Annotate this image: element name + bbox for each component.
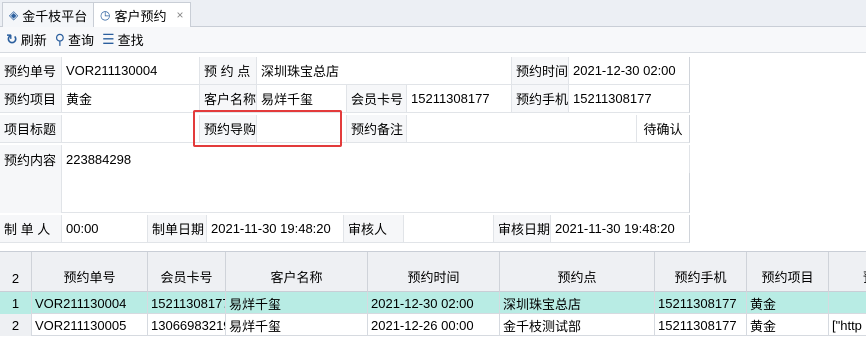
order-no-field[interactable]: VOR211130004 [62,57,200,85]
cell-item: 黄金 [747,314,829,336]
cell-point: 金千枝测试部 [500,314,655,336]
tab-bar: ◈ 金千枝平台 ◷ 客户预约 × [0,0,866,27]
cell-phone: 15211308177 [655,292,747,314]
maker-label: 制 单 人 [0,215,62,243]
clock-icon: ◷ [100,8,111,22]
customer-field[interactable]: 易烊千玺 [257,85,347,113]
cell-time: 2021-12-26 00:00 [368,314,500,336]
col-phone[interactable]: 预约手机 [655,252,747,292]
cell-extra [829,292,866,314]
item-label: 预约项目 [0,85,62,113]
guide-highlight-box [193,110,342,147]
customer-label: 客户名称 [200,85,257,113]
tab-appointments-label: 客户预约 [114,8,167,24]
cell-item: 黄金 [747,292,829,314]
col-extra[interactable]: 预 [829,252,866,292]
col-card[interactable]: 会员卡号 [148,252,226,292]
find-label: 查找 [117,33,144,48]
remark-field[interactable] [407,115,637,143]
content-field[interactable]: 223884298 [62,145,690,173]
title-field[interactable] [62,115,200,143]
query-button[interactable]: ⚲ 查询 [55,30,94,49]
make-date-label: 制单日期 [148,215,207,243]
content-label-filler [0,173,62,213]
cell-time: 2021-12-30 02:00 [368,292,500,314]
status-badge: 待确认 [637,115,690,143]
query-label: 查询 [68,33,95,48]
tab-platform-label: 金千枝平台 [22,8,88,24]
card-label: 会员卡号 [347,85,407,113]
toolbar: ↻ 刷新 ⚲ 查询 ☰ 查找 [0,27,866,53]
col-customer[interactable]: 客户名称 [226,252,368,292]
find-button[interactable]: ☰ 查找 [102,30,144,49]
row-number: 2 [0,314,32,336]
title-label: 项目标题 [0,115,62,143]
item-field[interactable]: 黄金 [62,85,200,113]
row-count-header: 2 [0,252,32,292]
content-label: 预约内容 [0,145,62,173]
cell-extra: ["http [832,317,862,333]
refresh-label: 刷新 [20,33,47,48]
tab-platform[interactable]: ◈ 金千枝平台 [2,2,95,27]
time-label: 预约时间 [512,57,569,85]
auditor-field[interactable] [404,215,494,243]
phone-label: 预约手机 [512,85,569,113]
find-list-icon: ☰ [102,31,115,47]
maker-field[interactable]: 00:00 [62,215,148,243]
row-number: 1 [0,292,32,314]
appointment-grid: 2 预约单号 会员卡号 客户名称 预约时间 预约点 预约手机 预约项目 预 1 … [0,251,866,349]
content-textarea[interactable] [62,173,690,213]
cell-customer: 易烊千玺 [226,314,368,336]
col-time[interactable]: 预约时间 [368,252,500,292]
remark-label: 预约备注 [347,115,407,143]
appointment-form: 预约单号 VOR211130004 预 约 点 深圳珠宝总店 预约时间 2021… [0,53,866,245]
grid-header: 2 预约单号 会员卡号 客户名称 预约时间 预约点 预约手机 预约项目 预 [0,252,866,292]
make-date-field[interactable]: 2021-11-30 19:48:20 [207,215,344,243]
cell-phone: 15211308177 [655,314,747,336]
cell-order-no: VOR211130005 [32,314,148,336]
cell-card: 13066983219 [148,314,226,336]
time-field[interactable]: 2021-12-30 02:00 [569,57,690,85]
refresh-button[interactable]: ↻ 刷新 [6,30,47,49]
table-row[interactable]: 1 VOR211130004 15211308177 易烊千玺 2021-12-… [0,292,866,314]
point-label: 预 约 点 [200,57,257,85]
search-icon: ⚲ [54,31,66,47]
audit-date-field[interactable]: 2021-11-30 19:48:20 [551,215,690,243]
close-icon[interactable]: × [177,8,184,22]
audit-date-label: 审核日期 [494,215,551,243]
col-point[interactable]: 预约点 [500,252,655,292]
refresh-icon: ↻ [6,31,18,47]
col-item[interactable]: 预约项目 [747,252,829,292]
table-row[interactable]: 2 VOR211130005 13066983219 易烊千玺 2021-12-… [0,314,866,336]
cell-customer: 易烊千玺 [226,292,368,314]
cell-point: 深圳珠宝总店 [500,292,655,314]
phone-field[interactable]: 15211308177 [569,85,690,113]
app-logo-icon: ◈ [9,8,19,22]
card-field[interactable]: 15211308177 [407,85,512,113]
tab-appointments[interactable]: ◷ 客户预约 × [93,2,191,27]
point-field[interactable]: 深圳珠宝总店 [257,57,512,85]
auditor-label: 审核人 [344,215,404,243]
col-order-no[interactable]: 预约单号 [32,252,148,292]
order-no-label: 预约单号 [0,57,62,85]
cell-order-no: VOR211130004 [32,292,148,314]
cell-card: 15211308177 [148,292,226,314]
